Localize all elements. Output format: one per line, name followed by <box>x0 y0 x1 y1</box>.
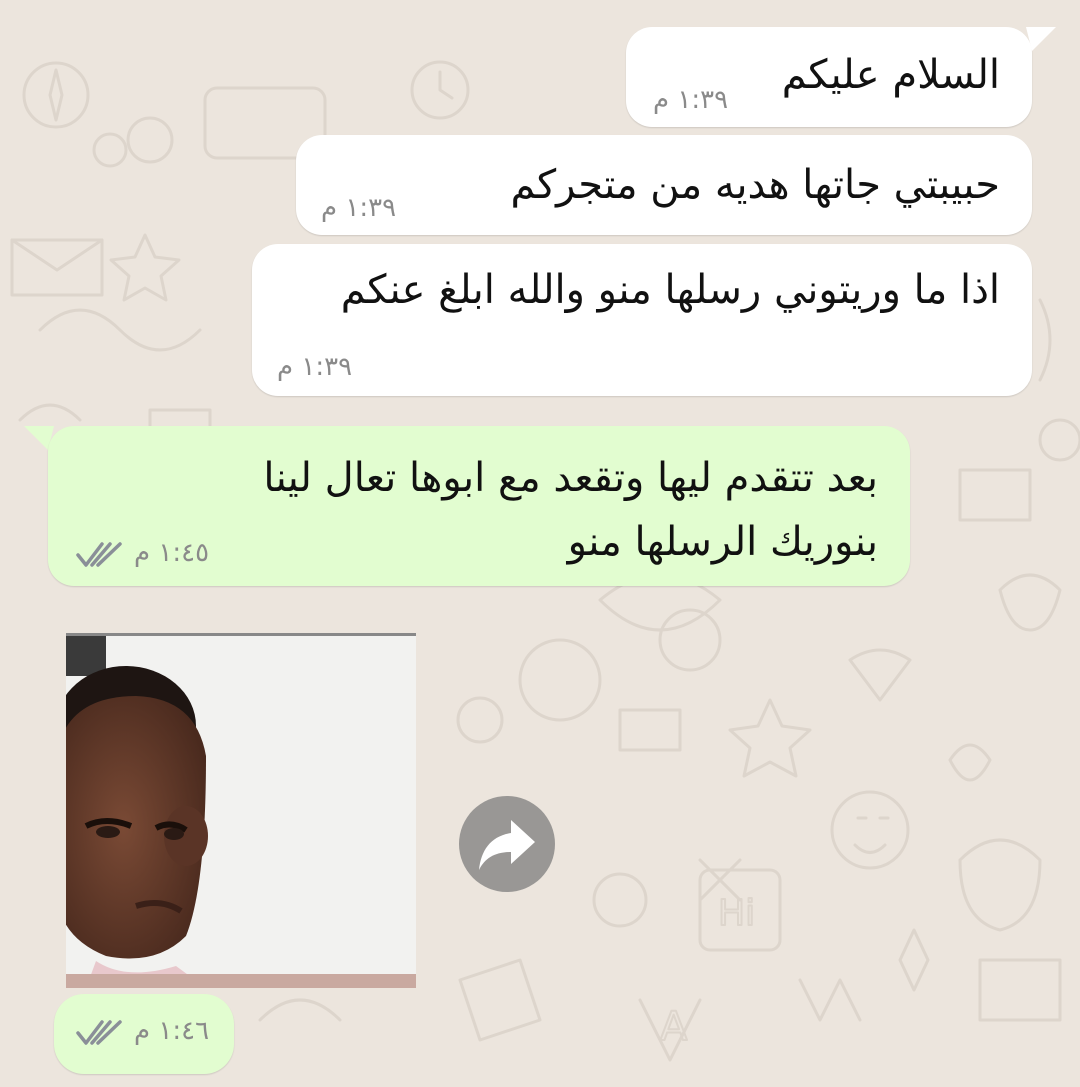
message-timestamp: ١:٤٦ م <box>134 1016 210 1046</box>
incoming-message[interactable]: حبيبتي جاتها هديه من متجركم ١:٣٩ م <box>296 135 1032 235</box>
message-timestamp: ١:٣٩ م <box>321 193 397 223</box>
forward-button[interactable] <box>459 796 555 892</box>
double-check-icon <box>76 542 122 567</box>
message-timestamp: ١:٣٩ م <box>277 352 353 382</box>
child-photo <box>66 636 416 988</box>
message-text: اذا ما وريتوني رسلها منو والله ابلغ عنكم <box>340 267 1000 313</box>
incoming-message[interactable]: اذا ما وريتوني رسلها منو والله ابلغ عنكم… <box>252 244 1032 396</box>
outgoing-message[interactable]: بعد تتقدم ليها وتقعد مع ابوها تعال لينا … <box>48 426 910 586</box>
image-message[interactable] <box>66 633 416 988</box>
bubble-tail <box>1026 27 1056 51</box>
svg-text:Hi: Hi <box>718 893 755 934</box>
incoming-message[interactable]: السلام عليكم ١:٣٩ م <box>626 27 1032 127</box>
message-text: بعد تتقدم ليها وتقعد مع ابوها تعال لينا … <box>263 455 878 565</box>
message-text: حبيبتي جاتها هديه من متجركم <box>510 162 1000 208</box>
svg-text:A: A <box>660 1004 688 1050</box>
forward-arrow-icon <box>479 820 535 870</box>
double-check-icon <box>76 1020 122 1045</box>
image-timestamp-bubble: ١:٤٦ م <box>54 994 234 1074</box>
message-timestamp: ١:٤٥ م <box>134 538 210 568</box>
message-timestamp: ١:٣٩ م <box>653 85 729 115</box>
message-text: السلام عليكم <box>781 52 1000 98</box>
